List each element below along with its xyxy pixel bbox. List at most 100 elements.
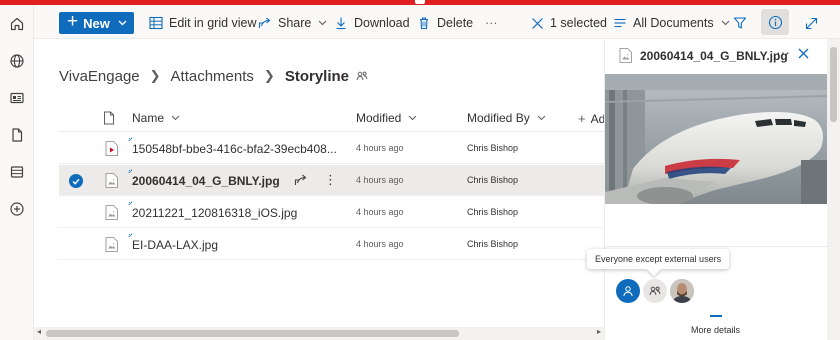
chevron-down-icon xyxy=(118,20,127,26)
new-button-label: New xyxy=(83,15,110,31)
delete-button[interactable]: Delete xyxy=(417,13,473,33)
horizontal-scroll-thumb[interactable] xyxy=(46,330,459,337)
image-file-icon xyxy=(105,205,118,220)
expand-button[interactable] xyxy=(805,13,824,33)
share-icon[interactable] xyxy=(294,173,308,187)
file-type-column-header[interactable] xyxy=(103,111,115,125)
shared-access-avatar[interactable] xyxy=(643,279,667,303)
horizontal-scrollbar[interactable]: ◂ ▸ xyxy=(34,327,604,340)
home-icon[interactable] xyxy=(8,15,26,33)
image-preview[interactable] xyxy=(605,74,827,204)
breadcrumb-item[interactable]: Attachments xyxy=(171,68,254,85)
file-modified: 4 hours ago xyxy=(356,175,404,185)
chevron-right-icon: ❯ xyxy=(263,68,275,83)
file-name[interactable]: 20060414_04_G_BNLY.jpg xyxy=(132,174,282,188)
table-row[interactable]: 20211221_120816318_iOS.jpg 4 hours ago C… xyxy=(59,197,604,228)
download-icon xyxy=(336,17,346,30)
file-modified: 4 hours ago xyxy=(356,207,404,217)
news-icon[interactable] xyxy=(8,89,26,107)
add-app-icon[interactable] xyxy=(8,200,26,218)
user-photo-avatar[interactable] xyxy=(670,279,694,303)
info-pane-button[interactable] xyxy=(761,9,789,35)
chevron-down-icon xyxy=(318,20,327,26)
vertical-scroll-thumb[interactable] xyxy=(830,47,837,122)
checkmark-icon xyxy=(72,178,80,185)
edit-in-grid-view-button[interactable]: Edit in grid view xyxy=(149,13,257,33)
info-icon xyxy=(768,15,782,29)
app-rail xyxy=(0,5,34,340)
plus-icon: + xyxy=(578,111,586,126)
name-column-header[interactable]: Name xyxy=(132,111,180,125)
modified-by-column-header[interactable]: Modified By xyxy=(467,111,546,125)
airplane-photo-icon xyxy=(605,74,827,204)
top-bar-notch xyxy=(415,0,425,4)
chevron-down-icon xyxy=(171,115,180,121)
more-details-link[interactable]: More details xyxy=(691,325,740,335)
more-details-handle xyxy=(710,315,722,317)
name-column-label: Name xyxy=(132,111,165,125)
new-button[interactable]: + New xyxy=(59,11,134,34)
file-modified-by: Chris Bishop xyxy=(467,207,519,217)
user-access-avatar[interactable] xyxy=(616,279,640,303)
file-modified-by: Chris Bishop xyxy=(467,143,519,153)
share-button[interactable]: Share xyxy=(258,13,333,33)
close-icon[interactable] xyxy=(798,48,809,59)
breadcrumb-current[interactable]: Storyline xyxy=(285,68,349,85)
breadcrumb-item[interactable]: VivaEngage xyxy=(59,68,140,85)
file-modified: 4 hours ago xyxy=(356,143,404,153)
view-switcher-button[interactable]: All Documents xyxy=(613,13,736,33)
image-file-icon xyxy=(619,48,632,63)
file-name[interactable]: EI-DAA-LAX.jpg xyxy=(132,238,340,252)
delete-label: Delete xyxy=(437,16,474,30)
access-tooltip-text: Everyone except external users xyxy=(595,254,722,264)
document-icon[interactable] xyxy=(8,126,26,144)
video-file-icon xyxy=(105,141,118,156)
more-commands-button[interactable]: ··· xyxy=(485,13,498,33)
chevron-right-icon: ❯ xyxy=(149,68,161,83)
details-pane: 20060414_04_G_BNLY.jpg ··· xyxy=(604,39,840,340)
table-row-selected[interactable]: 20060414_04_G_BNLY.jpg ⋮ 4 hours ago Chr… xyxy=(59,165,604,196)
image-file-icon xyxy=(105,237,118,252)
more-actions-icon[interactable]: ··· xyxy=(776,44,790,60)
file-type-icon xyxy=(104,111,114,125)
expand-icon xyxy=(805,17,818,29)
file-modified-by: Chris Bishop xyxy=(467,239,519,249)
grid-icon xyxy=(149,16,163,30)
modified-column-header[interactable]: Modified xyxy=(356,111,417,125)
download-button[interactable]: Download xyxy=(334,13,410,33)
file-name[interactable]: 20211221_120816318_iOS.jpg xyxy=(132,206,340,220)
file-name[interactable]: 150548bf-bbe3-416c-bfa2-39ecb408... xyxy=(132,142,340,156)
chevron-down-icon xyxy=(537,115,546,121)
trash-icon xyxy=(420,17,428,30)
clear-selection-button[interactable]: 1 selected xyxy=(531,13,607,33)
command-bar: + New Edit in grid view Share Download D… xyxy=(34,5,840,39)
vertical-scrollbar[interactable] xyxy=(827,39,840,340)
details-pane-title: 20060414_04_G_BNLY.jpg xyxy=(640,49,788,63)
more-commands-label: ··· xyxy=(485,16,498,30)
filter-button[interactable] xyxy=(733,13,753,33)
more-actions-icon[interactable]: ⋮ xyxy=(324,172,337,188)
table-row[interactable]: EI-DAA-LAX.jpg 4 hours ago Chris Bishop xyxy=(59,229,604,260)
globe-icon[interactable] xyxy=(8,52,26,70)
access-tooltip: Everyone except external users xyxy=(587,249,730,277)
pane-divider xyxy=(605,246,827,247)
details-pane-header: 20060414_04_G_BNLY.jpg ··· xyxy=(605,39,827,73)
people-icon xyxy=(649,286,661,296)
download-label: Download xyxy=(354,16,410,30)
row-checkbox[interactable] xyxy=(69,174,83,188)
plus-icon: + xyxy=(67,11,79,32)
table-row[interactable]: 150548bf-bbe3-416c-bfa2-39ecb408... 4 ho… xyxy=(59,133,604,164)
list-icon[interactable] xyxy=(8,163,26,181)
person-icon xyxy=(623,286,633,297)
file-modified-by: Chris Bishop xyxy=(467,175,519,185)
view-list-icon xyxy=(614,18,626,28)
filter-icon xyxy=(733,17,747,29)
selected-count: 1 selected xyxy=(550,16,607,30)
view-label: All Documents xyxy=(633,16,714,30)
scroll-left-icon[interactable]: ◂ xyxy=(37,327,41,336)
scroll-right-icon[interactable]: ▸ xyxy=(597,327,601,336)
add-column-button[interactable]: + Ad xyxy=(578,111,605,126)
edit-in-grid-view-label: Edit in grid view xyxy=(169,16,257,30)
image-file-icon xyxy=(105,173,118,188)
modified-by-column-label: Modified By xyxy=(467,111,530,125)
